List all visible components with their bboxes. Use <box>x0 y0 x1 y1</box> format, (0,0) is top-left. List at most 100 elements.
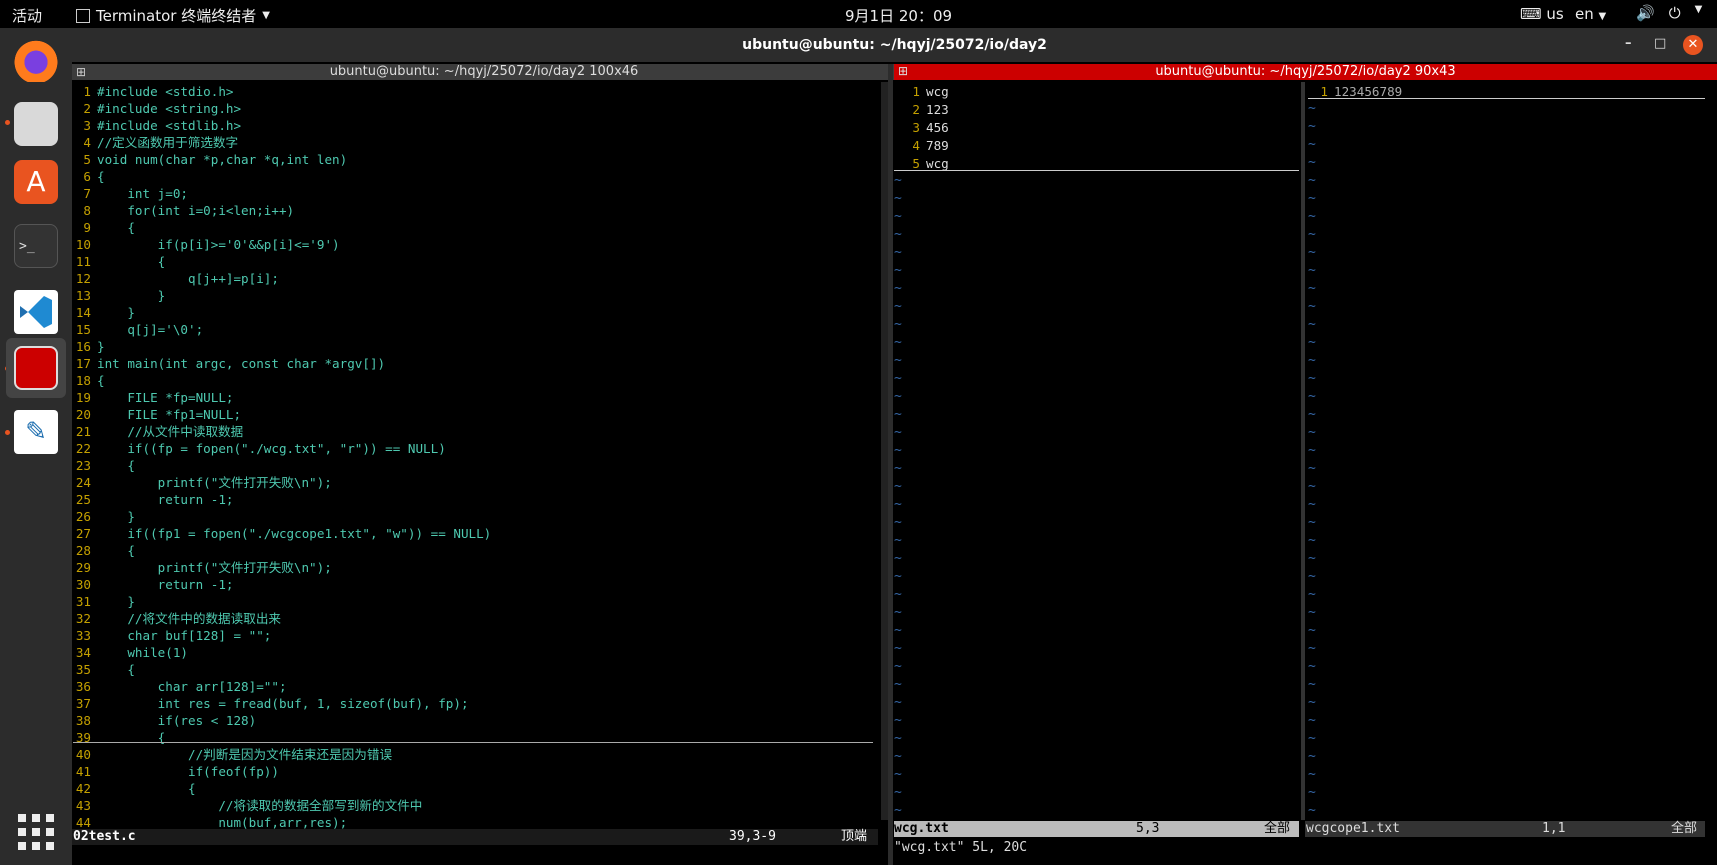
code-line[interactable]: 4 //定义函数用于筛选数字 <box>73 134 238 151</box>
code-line[interactable]: 18 { <box>73 372 105 389</box>
left-status-file: 02test.c <box>73 829 136 844</box>
line-number: 4 <box>912 138 920 153</box>
line-text: return -1; <box>97 577 234 592</box>
tilde-marker: ~ <box>1308 551 1316 566</box>
tilde-marker: ~ <box>894 749 902 764</box>
close-button[interactable]: ✕ <box>1683 35 1703 55</box>
firefox-icon[interactable] <box>14 38 58 82</box>
code-line[interactable]: 1 #include <stdio.h> <box>73 83 233 100</box>
code-line[interactable]: 28 { <box>73 542 135 559</box>
code-line[interactable]: 26 } <box>73 508 135 525</box>
top-bar: 活动 Terminator 终端终结者 ▼ 9月1日 20：09 ⌨ us en… <box>0 0 1717 28</box>
code-line[interactable]: 43 //将读取的数据全部写到新的文件中 <box>73 797 423 814</box>
code-line[interactable]: 37 int res = fread(buf, 1, sizeof(buf), … <box>73 695 469 712</box>
line-text: q[j]='\0'; <box>97 322 204 337</box>
vscode-icon[interactable] <box>14 290 58 334</box>
code-line[interactable]: 16} <box>73 338 105 355</box>
code-line[interactable]: 39 { <box>73 729 165 746</box>
code-line[interactable]: 25 return -1; <box>73 491 234 508</box>
activities-button[interactable]: 活动 <box>12 5 42 26</box>
code-line[interactable]: 17 int main(int argc, const char *argv[]) <box>73 355 385 372</box>
code-line[interactable]: 11 { <box>73 253 165 270</box>
tilde-marker: ~ <box>1308 731 1316 746</box>
code-line[interactable]: 4 789 <box>894 137 948 155</box>
tilde-marker: ~ <box>894 245 902 260</box>
tilde-marker: ~ <box>894 785 902 800</box>
line-number: 9 <box>83 220 91 235</box>
code-line[interactable]: 36 char arr[128]=""; <box>73 678 287 695</box>
keyboard-indicator[interactable]: ⌨ us <box>1520 5 1564 23</box>
code-line[interactable]: 24 printf("文件打开失败\n"); <box>73 474 332 491</box>
terminal-app-icon <box>76 8 90 23</box>
text-editor-icon[interactable]: ✎ <box>14 410 58 454</box>
right-status-left-bg <box>894 821 1299 837</box>
line-number: 6 <box>83 169 91 184</box>
code-line[interactable]: 2 #include <string.h> <box>73 100 241 117</box>
code-line[interactable]: 5 void num(char *p,char *q,int len) <box>73 151 347 168</box>
code-line[interactable]: 35 { <box>73 661 135 678</box>
line-number: 33 <box>75 628 91 643</box>
chevron-down-icon: ▼ <box>262 10 270 21</box>
code-line[interactable]: 6{ <box>73 168 104 185</box>
line-number: 34 <box>75 645 91 660</box>
code-line[interactable]: 34 while(1) <box>73 644 188 661</box>
code-line[interactable]: 38 if(res < 128) <box>73 712 256 729</box>
pane-splitter[interactable] <box>888 64 893 865</box>
tilde-marker: ~ <box>894 497 902 512</box>
line-text: //将读取的数据全部写到新的文件中 <box>97 798 423 813</box>
code-line[interactable]: 32 //将文件中的数据读取出来 <box>73 610 281 627</box>
code-line[interactable]: 30 return -1; <box>73 576 234 593</box>
line-number: 11 <box>75 254 91 269</box>
left-pane-scrollbar[interactable] <box>881 82 888 820</box>
line-text: { <box>97 543 135 558</box>
terminator-icon[interactable] <box>14 346 58 390</box>
line-text: printf("文件打开失败\n"); <box>97 475 332 490</box>
maximize-button[interactable]: □ <box>1654 36 1666 51</box>
minimize-button[interactable]: – <box>1625 36 1632 51</box>
line-text: q[j++]=p[i]; <box>97 271 279 286</box>
line-text: //判断是因为文件结束还是因为错误 <box>97 747 393 762</box>
code-line[interactable]: 15 q[j]='\0'; <box>73 321 203 338</box>
code-line[interactable]: 1 wcg <box>894 83 948 101</box>
code-line[interactable]: 10 if(p[i]>='0'&&p[i]<='9') <box>73 236 340 253</box>
code-line[interactable]: 3 #include <stdlib.h> <box>73 117 241 134</box>
code-line[interactable]: 27 if((fp1 = fopen("./wcgcope1.txt", "w"… <box>73 525 491 542</box>
line-text: wcg <box>926 156 949 171</box>
code-line[interactable]: 12 q[j++]=p[i]; <box>73 270 279 287</box>
code-line[interactable]: 8 for(int i=0;i<len;i++) <box>73 202 294 219</box>
tilde-marker: ~ <box>1308 371 1316 386</box>
code-line[interactable]: 19 FILE *fp=NULL; <box>73 389 234 406</box>
code-line[interactable]: 7 int j=0; <box>73 185 188 202</box>
code-line[interactable]: 31 } <box>73 593 135 610</box>
line-text: { <box>97 254 166 269</box>
code-line[interactable]: 23 { <box>73 457 135 474</box>
window-titlebar[interactable]: ubuntu@ubuntu: ~/hqyj/25072/io/day2 – □ … <box>72 28 1717 62</box>
line-number: 36 <box>75 679 91 694</box>
code-line[interactable]: 20 FILE *fp1=NULL; <box>73 406 241 423</box>
code-line[interactable]: 40 //判断是因为文件结束还是因为错误 <box>73 746 392 763</box>
tilde-marker: ~ <box>894 587 902 602</box>
terminal-icon[interactable]: >_ <box>14 224 58 268</box>
app-center-icon[interactable]: A <box>14 160 58 204</box>
code-line[interactable]: 22 if((fp = fopen("./wcg.txt", "r")) == … <box>73 440 446 457</box>
code-line[interactable]: 41 if(feof(fp)) <box>73 763 279 780</box>
line-text: char buf[128] = ""; <box>97 628 272 643</box>
code-line[interactable]: 2 123 <box>894 101 948 119</box>
files-icon[interactable] <box>14 102 58 146</box>
code-line[interactable]: 29 printf("文件打开失败\n"); <box>73 559 332 576</box>
code-line[interactable]: 33 char buf[128] = ""; <box>73 627 272 644</box>
app-menu[interactable]: Terminator 终端终结者 ▼ <box>76 5 270 26</box>
code-line[interactable]: 42 { <box>73 780 196 797</box>
code-line[interactable]: 3 456 <box>894 119 948 137</box>
line-text: for(int i=0;i<len;i++) <box>97 203 295 218</box>
code-line[interactable]: 13 } <box>73 287 165 304</box>
system-tray[interactable]: 🔊 ⏻ ▼ <box>1636 4 1702 22</box>
language-indicator[interactable]: en ▼ <box>1575 5 1606 23</box>
tilde-marker: ~ <box>894 263 902 278</box>
code-line[interactable]: 21 //从文件中读取数据 <box>73 423 243 440</box>
clock[interactable]: 9月1日 20：09 <box>845 5 952 26</box>
code-line[interactable]: 14 } <box>73 304 135 321</box>
line-number: 39 <box>75 730 91 745</box>
show-apps-icon[interactable] <box>18 814 54 850</box>
code-line[interactable]: 9 { <box>73 219 135 236</box>
